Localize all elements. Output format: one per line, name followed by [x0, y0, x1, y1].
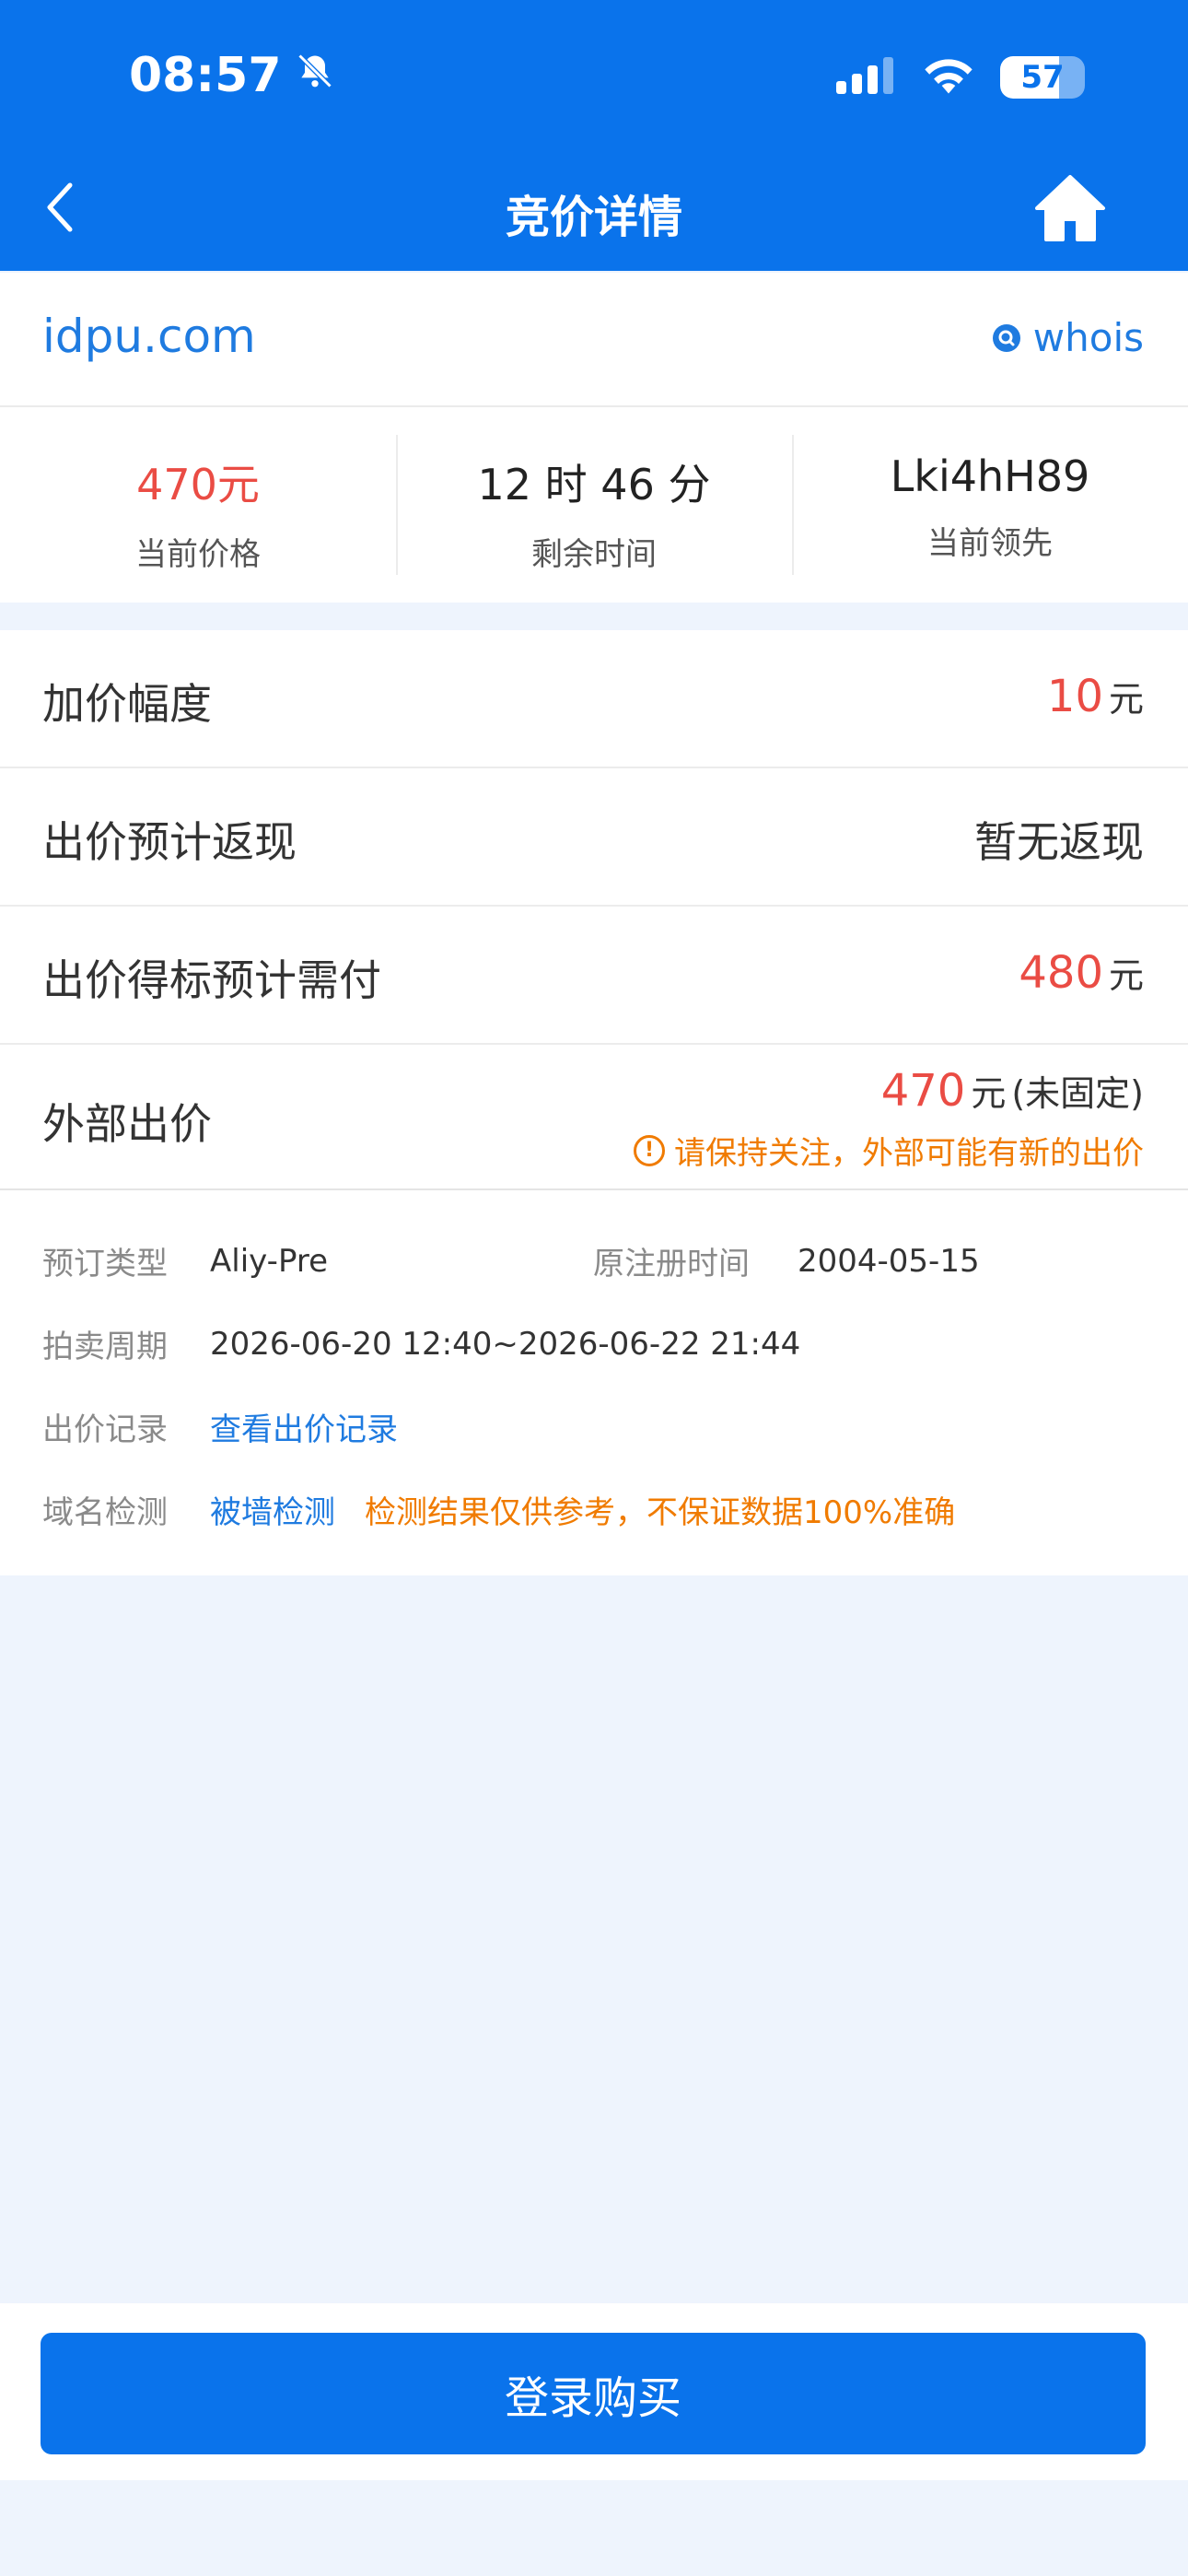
- cashback-row: 出价预计返现 暂无返现: [0, 768, 1188, 907]
- record-label: 出价记录: [42, 1411, 168, 1448]
- status-time: 08:57: [129, 48, 282, 103]
- external-bid-value: 470: [880, 1065, 966, 1117]
- search-icon: [992, 323, 1020, 352]
- period-value: 2026-06-20 12:40~2026-06-22 21:44: [210, 1325, 801, 1363]
- login-buy-button[interactable]: 登录购买: [41, 2333, 1146, 2454]
- info-line-type: 预订类型 Aliy-Pre 原注册时间 2004-05-15: [42, 1238, 980, 1283]
- type-label: 预订类型: [42, 1246, 168, 1282]
- signal-icon: [836, 57, 897, 98]
- info-line-period: 拍卖周期 2026-06-20 12:40~2026-06-22 21:44: [42, 1321, 800, 1366]
- warning-icon: !: [634, 1134, 665, 1166]
- status-time-group: 08:57: [129, 48, 335, 103]
- external-bid-value-group: 470 元 (未固定): [881, 1065, 1144, 1117]
- cashback-label: 出价预计返现: [42, 817, 297, 867]
- check-label: 域名检测: [42, 1494, 168, 1531]
- bid-details: 加价幅度 10 元 出价预计返现 暂无返现 出价得标预计需付 480 元 外部出…: [0, 630, 1188, 1188]
- whois-label: whois: [1032, 315, 1144, 360]
- domain-header: idpu.com whois: [0, 273, 1188, 407]
- remaining-time-label: 剩余时间: [531, 536, 657, 573]
- page-title: 竞价详情: [505, 192, 682, 243]
- home-icon: [1035, 175, 1105, 241]
- increment-row: 加价幅度 10 元: [0, 630, 1188, 768]
- app-header: 08:57 57 竞价详情: [0, 0, 1188, 271]
- current-leader-label: 当前领先: [927, 525, 1053, 562]
- info-line-record: 出价记录 查看出价记录: [42, 1404, 398, 1449]
- current-price-value: 470元: [136, 460, 260, 509]
- wifi-icon: [921, 55, 976, 100]
- stat-current-price: 470元 当前价格: [0, 407, 396, 603]
- payment-row: 出价得标预计需付 480 元: [0, 907, 1188, 1045]
- info-line-check: 域名检测 被墙检测 检测结果仅供参考，不保证数据100%准确: [42, 1487, 955, 1532]
- status-icons: 57: [836, 55, 1085, 100]
- stat-current-leader: Lki4hH89 当前领先: [792, 407, 1188, 603]
- payment-value: 480: [1019, 947, 1103, 999]
- battery-icon: 57: [1000, 56, 1085, 99]
- auction-info: 预订类型 Aliy-Pre 原注册时间 2004-05-15 拍卖周期 2026…: [0, 1188, 1188, 1575]
- current-leader-value: Lki4hH89: [890, 451, 1090, 501]
- type-value: Aliy-Pre: [210, 1242, 328, 1280]
- reg-date-label: 原注册时间: [593, 1246, 750, 1282]
- domain-name: idpu.com: [42, 310, 256, 363]
- external-bid-note-text: 请保持关注，外部可能有新的出价: [674, 1135, 1144, 1172]
- silent-bell-icon: [295, 48, 335, 103]
- check-disclaimer: 检测结果仅供参考，不保证数据100%准确: [365, 1494, 956, 1531]
- external-bid-unit: 元: [971, 1073, 1007, 1114]
- increment-label: 加价幅度: [42, 679, 212, 729]
- block-check-link[interactable]: 被墙检测: [210, 1487, 335, 1532]
- auction-stats: 470元 当前价格 12 时 46 分 剩余时间 Lki4hH89 当前领先: [0, 407, 1188, 603]
- increment-value: 10: [1046, 671, 1103, 722]
- view-bid-record-link[interactable]: 查看出价记录: [210, 1404, 398, 1449]
- external-bid-row: 外部出价 470 元 (未固定) ! 请保持关注，外部可能有新的出价: [0, 1045, 1188, 1188]
- external-bid-status: (未固定): [1011, 1073, 1144, 1114]
- payment-label: 出价得标预计需付: [42, 955, 381, 1005]
- current-price-label: 当前价格: [135, 536, 261, 573]
- stat-remaining-time: 12 时 46 分 剩余时间: [396, 407, 792, 603]
- home-button[interactable]: [1033, 173, 1107, 243]
- battery-level: 57: [1020, 59, 1065, 96]
- increment-unit: 元: [1108, 679, 1144, 720]
- remaining-time-value: 12 时 46 分: [477, 460, 711, 509]
- whois-link[interactable]: whois: [992, 315, 1144, 360]
- cashback-value: 暂无返现: [974, 817, 1144, 867]
- bottom-action-bar: 登录购买: [0, 2303, 1188, 2480]
- payment-value-group: 480 元: [1019, 947, 1144, 999]
- payment-unit: 元: [1108, 955, 1144, 996]
- period-label: 拍卖周期: [42, 1329, 168, 1365]
- reg-date-value: 2004-05-15: [798, 1242, 980, 1280]
- increment-value-group: 10 元: [1047, 671, 1144, 722]
- external-bid-label: 外部出价: [42, 1099, 212, 1149]
- external-bid-note: ! 请保持关注，外部可能有新的出价: [634, 1128, 1144, 1173]
